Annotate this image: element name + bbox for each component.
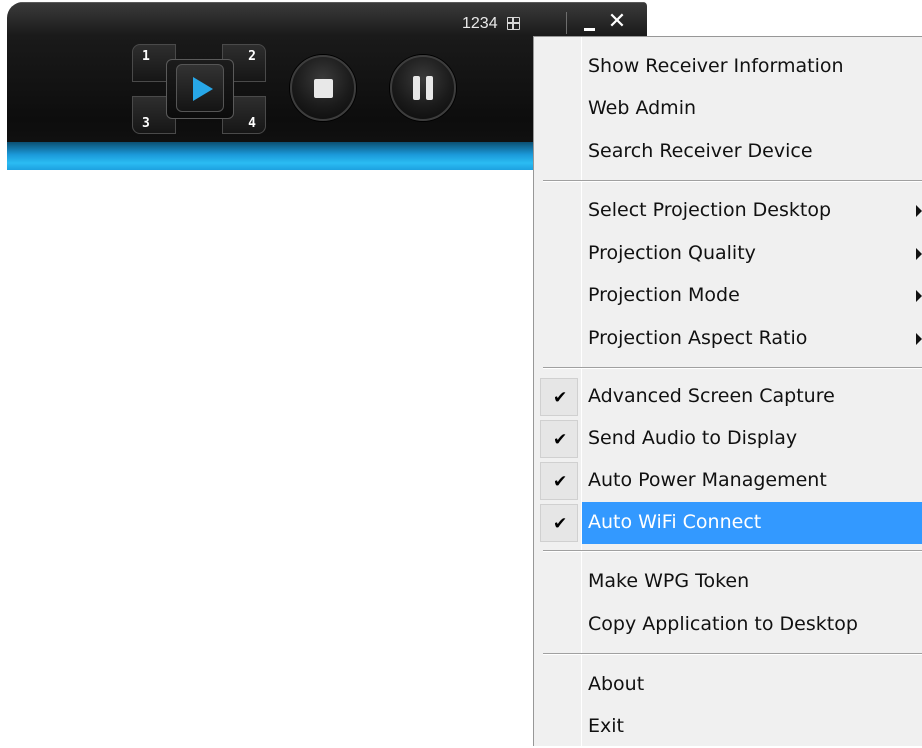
menu-item-projection-mode[interactable]: Projection Mode bbox=[534, 275, 922, 317]
quadrant-3-label: 3 bbox=[142, 116, 150, 131]
stop-icon[interactable] bbox=[290, 55, 356, 121]
menu-item-make-wpg-token[interactable]: Make WPG Token bbox=[534, 561, 922, 603]
menu-item-label: Projection Aspect Ratio bbox=[588, 327, 808, 349]
menu-item-web-admin[interactable]: Web Admin bbox=[534, 88, 922, 130]
menu-item-label: Exit bbox=[588, 715, 624, 737]
menu-item-projection-aspect-ratio[interactable]: Projection Aspect Ratio bbox=[534, 318, 922, 360]
menu-item-advanced-screen-capture[interactable]: ✔ Advanced Screen Capture bbox=[534, 376, 922, 418]
menu-separator bbox=[543, 367, 922, 369]
menu-item-label: Projection Mode bbox=[588, 284, 740, 306]
menu-item-label: Projection Quality bbox=[588, 242, 756, 264]
checkmark-icon: ✔ bbox=[553, 430, 568, 450]
menu-item-label: Copy Application to Desktop bbox=[588, 613, 858, 635]
menu-item-projection-quality[interactable]: Projection Quality bbox=[534, 233, 922, 275]
menu-separator bbox=[543, 653, 922, 655]
login-code-label: 1234 bbox=[462, 15, 498, 32]
menu-item-label: Show Receiver Information bbox=[588, 55, 844, 77]
checkmark-icon: ✔ bbox=[553, 388, 568, 408]
menu-item-show-receiver-information[interactable]: Show Receiver Information bbox=[534, 46, 922, 88]
submenu-arrow-icon bbox=[916, 205, 922, 217]
menu-item-label: Search Receiver Device bbox=[588, 140, 813, 162]
menu-separator bbox=[543, 550, 922, 552]
menu-item-label: Send Audio to Display bbox=[588, 427, 798, 449]
pause-icon[interactable] bbox=[390, 55, 456, 121]
layout-icon[interactable] bbox=[507, 17, 520, 30]
menu-item-auto-power-management[interactable]: ✔ Auto Power Management bbox=[534, 460, 922, 502]
title-separator bbox=[566, 12, 567, 34]
submenu-arrow-icon bbox=[916, 290, 922, 302]
checkmark-icon: ✔ bbox=[553, 472, 568, 492]
menu-item-about[interactable]: About bbox=[534, 664, 922, 706]
menu-item-select-projection-desktop[interactable]: Select Projection Desktop bbox=[534, 190, 922, 232]
menu-item-label: Make WPG Token bbox=[588, 570, 750, 592]
quadrant-4-label: 4 bbox=[248, 116, 256, 131]
menu-item-label: Auto WiFi Connect bbox=[588, 511, 762, 533]
submenu-arrow-icon bbox=[916, 333, 922, 345]
menu-item-exit[interactable]: Exit bbox=[534, 706, 922, 748]
menu-item-label: About bbox=[588, 673, 645, 695]
menu-item-search-receiver-device[interactable]: Search Receiver Device bbox=[534, 131, 922, 173]
checkmark-icon: ✔ bbox=[553, 514, 568, 534]
menu-item-send-audio-to-display[interactable]: ✔ Send Audio to Display bbox=[534, 418, 922, 460]
menu-item-label: Advanced Screen Capture bbox=[588, 385, 835, 407]
close-icon[interactable]: ✕ bbox=[605, 10, 629, 34]
menu-item-label: Select Projection Desktop bbox=[588, 199, 832, 221]
menu-item-auto-wifi-connect[interactable]: ✔ Auto WiFi Connect bbox=[534, 502, 922, 544]
context-menu: Show Receiver Information Web Admin Sear… bbox=[533, 36, 922, 746]
menu-item-label: Web Admin bbox=[588, 97, 697, 119]
quadrant-1-label: 1 bbox=[142, 49, 150, 64]
submenu-arrow-icon bbox=[916, 248, 922, 260]
play-icon[interactable] bbox=[176, 64, 224, 112]
menu-item-label: Auto Power Management bbox=[588, 469, 827, 491]
toolbar-top-edge bbox=[7, 2, 647, 3]
quadrant-2-label: 2 bbox=[248, 49, 256, 64]
menu-item-copy-application-to-desktop[interactable]: Copy Application to Desktop bbox=[534, 604, 922, 646]
minimize-icon[interactable] bbox=[580, 14, 600, 34]
menu-separator bbox=[543, 180, 922, 182]
split-screen-selector: 1 2 3 4 bbox=[132, 44, 266, 134]
